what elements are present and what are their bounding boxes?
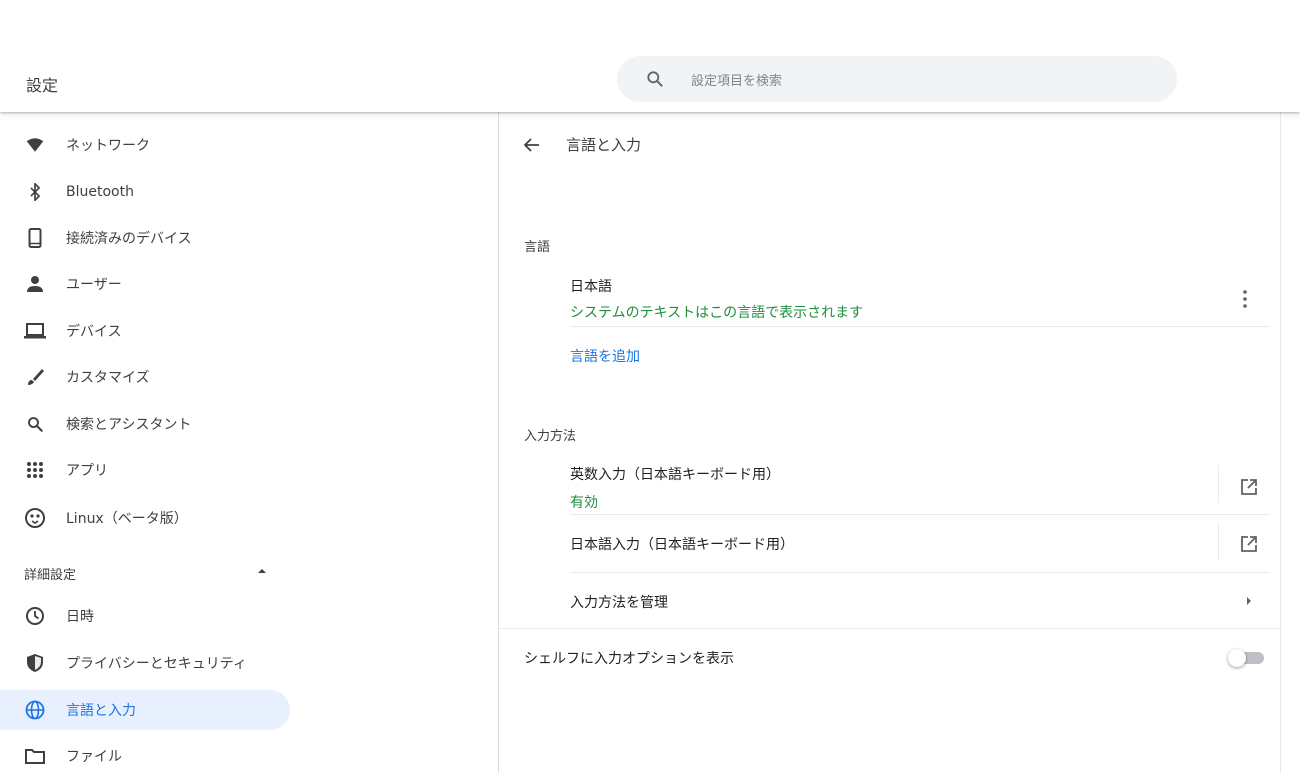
manage-input-methods[interactable]: 入力方法を管理 [570, 592, 668, 612]
sidebar-item-device[interactable]: デバイス [0, 311, 290, 351]
sidebar-item-linux[interactable]: Linux（ベータ版） [0, 498, 290, 538]
sidebar-item-network[interactable]: ネットワーク [0, 125, 290, 165]
sidebar-item-label: ファイル [66, 749, 122, 765]
sidebar-item-files[interactable]: ファイル [0, 736, 290, 773]
sidebar-item-languages-input[interactable]: 言語と入力 [0, 690, 290, 730]
search-placeholder: 設定項目を検索 [691, 74, 783, 89]
language-name: 日本語 [570, 279, 612, 295]
globe-icon [24, 700, 46, 720]
clock-icon [24, 606, 46, 626]
sidebar-item-bluetooth[interactable]: Bluetooth [0, 172, 290, 212]
sidebar-item-label: Bluetooth [66, 184, 134, 200]
shield-icon [24, 653, 46, 673]
sidebar-item-label: カスタマイズ [66, 370, 150, 386]
sidebar-item-label: デバイス [66, 324, 122, 340]
sidebar-item-personalization[interactable]: カスタマイズ [0, 357, 290, 397]
sidebar-item-label: 言語と入力 [66, 703, 136, 719]
input-method-name: 英数入力（日本語キーボード用） [570, 467, 780, 483]
brush-icon [24, 367, 46, 387]
sidebar-item-label: 検索とアシスタント [66, 417, 192, 433]
folder-icon [24, 746, 46, 766]
open-external-icon[interactable] [1240, 535, 1258, 553]
laptop-icon [24, 321, 46, 341]
linux-penguin-icon [24, 508, 46, 528]
page-title: 言語と入力 [566, 136, 642, 154]
input-method-name: 日本語入力（日本語キーボード用） [570, 537, 794, 553]
input-method-status: 有効 [570, 495, 598, 511]
advanced-section-toggle[interactable]: 詳細設定 [24, 564, 76, 583]
divider [570, 326, 1270, 327]
divider [570, 514, 1270, 515]
sidebar-item-label: アプリ [66, 463, 108, 479]
chevron-up-icon[interactable] [257, 566, 267, 576]
settings-content: 言語と入力 言語 日本語 システムのテキストはこの言語で表示されます 言語を追加… [499, 112, 1280, 773]
search-box[interactable]: 設定項目を検索 [617, 56, 1177, 102]
language-status: システムのテキストはこの言語で表示されます [570, 305, 864, 321]
sidebar-item-label: 日時 [66, 609, 94, 625]
toggle-knob [1228, 649, 1246, 667]
shelf-option-label: シェルフに入力オプションを表示 [524, 651, 734, 667]
open-external-icon[interactable] [1240, 478, 1258, 496]
sidebar-item-label: ネットワーク [66, 138, 150, 154]
sidebar-item-privacy-security[interactable]: プライバシーとセキュリティ [0, 643, 290, 683]
languages-heading: 言語 [524, 240, 551, 255]
sidebar-item-connected-devices[interactable]: 接続済みのデバイス [0, 218, 290, 258]
phone-icon [24, 228, 46, 248]
sidebar-item-date-time[interactable]: 日時 [0, 596, 290, 636]
app-title: 設定 [26, 76, 59, 95]
back-arrow-icon[interactable] [523, 136, 541, 154]
apps-grid-icon [24, 460, 46, 480]
shelf-option-toggle[interactable] [1228, 649, 1266, 667]
sidebar-item-apps[interactable]: アプリ [0, 450, 290, 490]
sidebar-item-label: 接続済みのデバイス [66, 231, 192, 247]
divider [1218, 465, 1219, 503]
sidebar-item-label: Linux（ベータ版） [66, 511, 188, 527]
sidebar-item-label: ユーザー [66, 277, 122, 293]
search-icon [24, 414, 46, 434]
wifi-icon [24, 135, 46, 155]
more-vert-icon[interactable] [1243, 290, 1247, 308]
sidebar-item-search-assistant[interactable]: 検索とアシスタント [0, 404, 290, 444]
bluetooth-icon [24, 182, 46, 202]
divider [570, 572, 1270, 573]
content-edge [1280, 112, 1281, 773]
person-icon [24, 274, 46, 294]
search-icon [647, 71, 663, 87]
top-bar: 設定 設定項目を検索 [0, 0, 1300, 112]
input-methods-heading: 入力方法 [524, 429, 577, 444]
divider [499, 628, 1280, 629]
add-language-link[interactable]: 言語を追加 [570, 346, 640, 366]
chevron-right-icon[interactable] [1246, 596, 1252, 606]
sidebar-item-users[interactable]: ユーザー [0, 264, 290, 304]
divider [1218, 522, 1219, 560]
sidebar-item-label: プライバシーとセキュリティ [66, 656, 247, 672]
sidebar: ネットワーク Bluetooth 接続済みのデバイス ユーザー デバイス カスタ… [0, 112, 498, 773]
